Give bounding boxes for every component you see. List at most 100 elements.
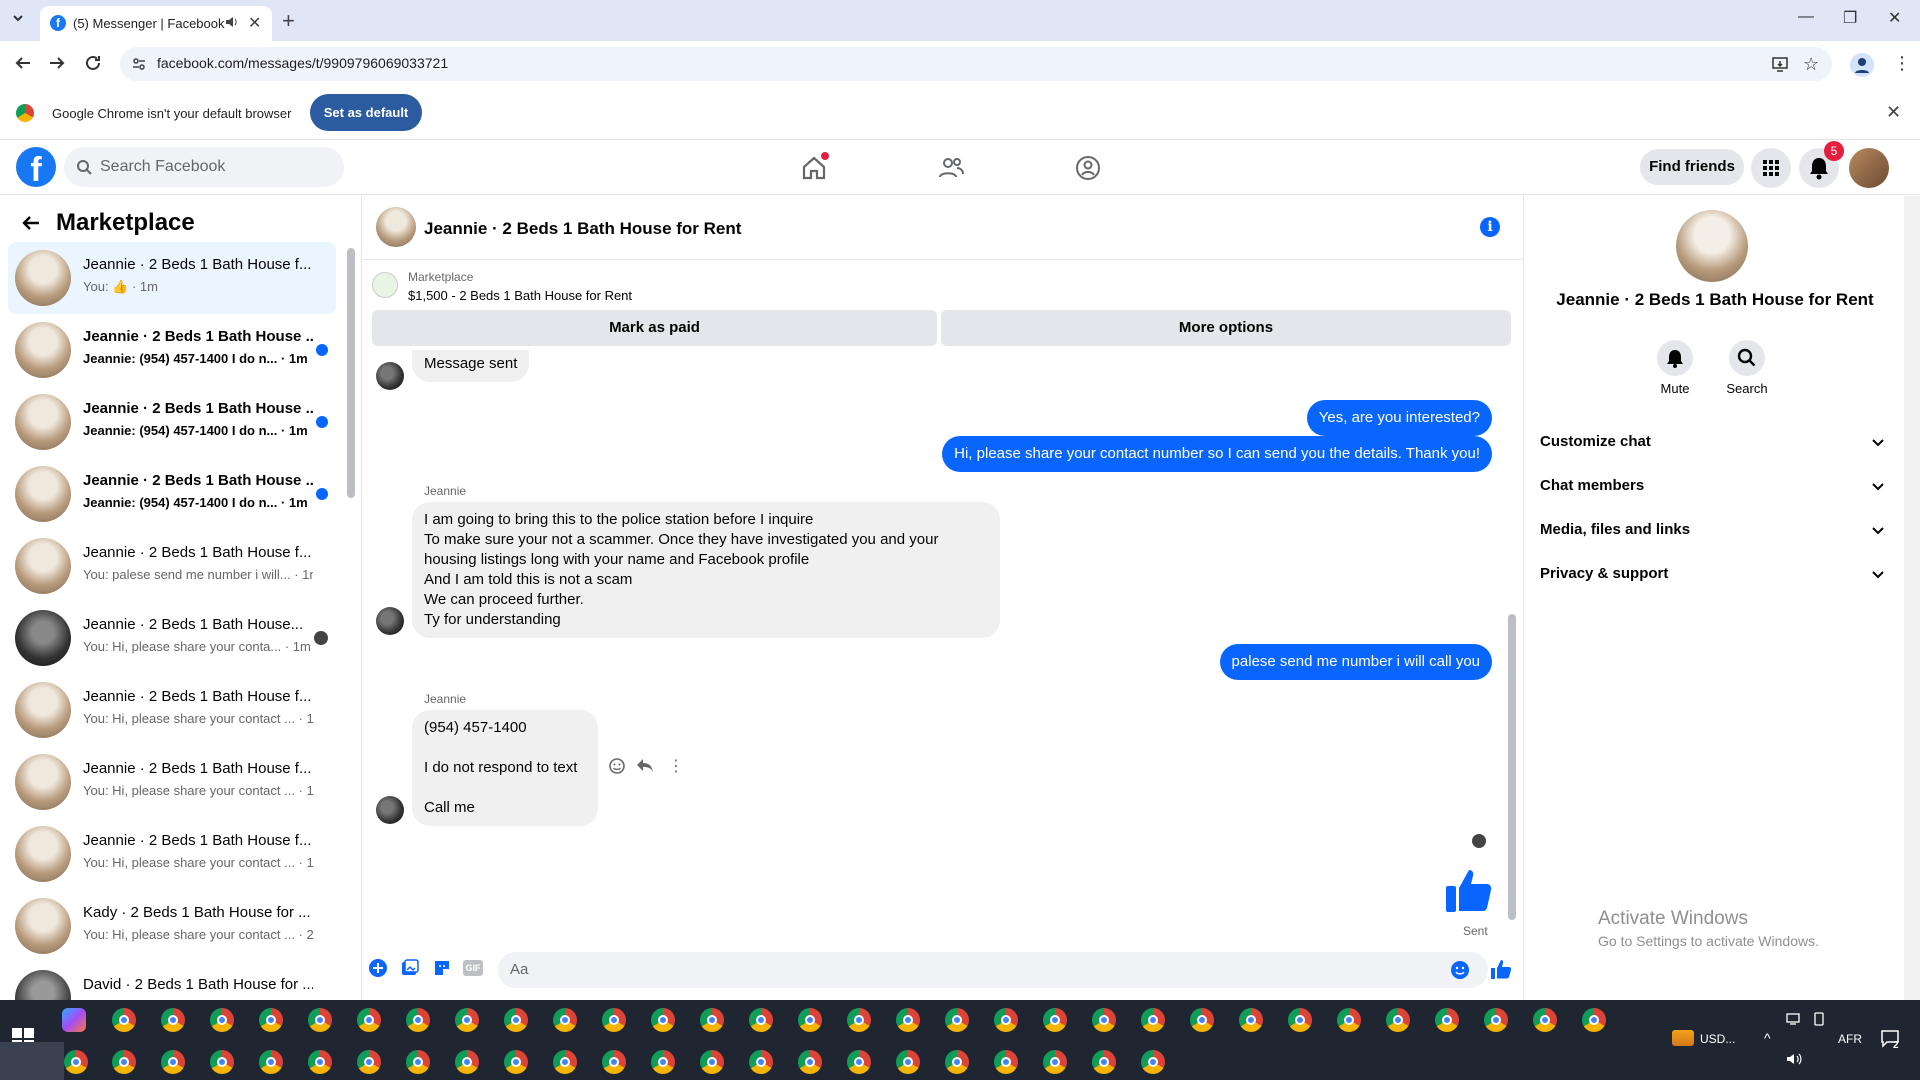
- home-icon[interactable]: [800, 152, 829, 182]
- incoming-message[interactable]: Message sent: [412, 350, 530, 382]
- search-conversation-icon[interactable]: [1729, 340, 1765, 376]
- attach-photo-icon[interactable]: [400, 958, 420, 978]
- chrome-taskbar-icon[interactable]: [651, 1008, 675, 1032]
- facebook-search-input[interactable]: Search Facebook: [64, 147, 344, 187]
- conversation-item[interactable]: Jeannie · 2 Beds 1 Bath House f... You: …: [8, 530, 336, 602]
- find-friends-button[interactable]: Find friends: [1640, 149, 1744, 185]
- more-options-button[interactable]: More options: [941, 310, 1511, 346]
- facebook-logo-icon[interactable]: f: [16, 147, 56, 187]
- back-arrow-icon[interactable]: [20, 212, 42, 234]
- conversation-item[interactable]: Jeannie · 2 Beds 1 Bath House f... You: …: [8, 818, 336, 890]
- chrome-taskbar-icon[interactable]: [1386, 1008, 1410, 1032]
- close-infobar-icon[interactable]: ✕: [1886, 102, 1901, 123]
- more-actions-icon[interactable]: ⋮: [668, 756, 684, 776]
- browser-tab[interactable]: f (5) Messenger | Facebook ✕: [40, 6, 272, 41]
- chrome-taskbar-icon[interactable]: [1239, 1008, 1263, 1032]
- chrome-taskbar-icon[interactable]: [553, 1008, 577, 1032]
- chrome-taskbar-icon[interactable]: [945, 1008, 969, 1032]
- conversation-item[interactable]: Jeannie · 2 Beds 1 Bath House f... You: …: [8, 674, 336, 746]
- chrome-taskbar-icon[interactable]: [602, 1008, 626, 1032]
- sender-avatar[interactable]: [376, 607, 404, 635]
- chrome-taskbar-icon[interactable]: [161, 1008, 185, 1032]
- audio-playing-icon[interactable]: [224, 15, 238, 29]
- privacy-support-section[interactable]: Privacy & support: [1540, 554, 1890, 594]
- conversation-info-icon[interactable]: i: [1480, 217, 1500, 237]
- sender-avatar[interactable]: [376, 796, 404, 824]
- conversation-item[interactable]: Jeannie · 2 Beds 1 Bath House f... You: …: [8, 746, 336, 818]
- conversation-item[interactable]: Jeannie · 2 Beds 1 Bath House... You: Hi…: [8, 602, 336, 674]
- conversation-item[interactable]: Jeannie · 2 Beds 1 Bath House ... Jeanni…: [8, 314, 336, 386]
- chrome-taskbar-icon[interactable]: [504, 1008, 528, 1032]
- friends-icon[interactable]: [937, 154, 965, 182]
- thumbs-up-sent-icon[interactable]: [1444, 864, 1496, 916]
- send-like-icon[interactable]: [1490, 958, 1512, 980]
- close-tab-icon[interactable]: ✕: [248, 13, 261, 33]
- customize-chat-section[interactable]: Customize chat: [1540, 422, 1890, 462]
- chrome-taskbar-icon[interactable]: [259, 1050, 283, 1074]
- chrome-taskbar-icon[interactable]: [357, 1008, 381, 1032]
- conversation-item[interactable]: Jeannie · 2 Beds 1 Bath House f... You: …: [8, 242, 336, 314]
- chrome-taskbar-icon[interactable]: [749, 1050, 773, 1074]
- back-icon[interactable]: [14, 54, 32, 72]
- show-hidden-icons-icon[interactable]: ^: [1764, 1030, 1771, 1046]
- chrome-taskbar-icon[interactable]: [308, 1050, 332, 1074]
- incoming-message[interactable]: I am going to bring this to the police s…: [412, 502, 1000, 638]
- chrome-taskbar-icon[interactable]: [994, 1008, 1018, 1032]
- install-app-icon[interactable]: [1771, 55, 1789, 73]
- chrome-taskbar-icon[interactable]: [455, 1008, 479, 1032]
- chrome-taskbar-icon[interactable]: [945, 1050, 969, 1074]
- tab-search-icon[interactable]: [10, 10, 26, 26]
- chrome-taskbar-icon[interactable]: [308, 1008, 332, 1032]
- currency-text[interactable]: USD...: [1700, 1032, 1735, 1046]
- minimize-window-button[interactable]: —: [1798, 8, 1814, 26]
- chrome-taskbar-icon[interactable]: [504, 1050, 528, 1074]
- chat-scrollbar[interactable]: [1508, 614, 1516, 920]
- chrome-taskbar-icon[interactable]: [406, 1050, 430, 1074]
- close-window-button[interactable]: ✕: [1888, 8, 1901, 28]
- new-tab-button[interactable]: +: [282, 8, 295, 34]
- chrome-taskbar-icon[interactable]: [1337, 1008, 1361, 1032]
- profile-icon[interactable]: [1850, 53, 1874, 77]
- chrome-taskbar-icon[interactable]: [406, 1008, 430, 1032]
- chrome-taskbar-icon[interactable]: [847, 1008, 871, 1032]
- chat-members-section[interactable]: Chat members: [1540, 466, 1890, 506]
- chrome-taskbar-icon[interactable]: [1092, 1050, 1116, 1074]
- chrome-taskbar-icon[interactable]: [602, 1050, 626, 1074]
- sender-avatar[interactable]: [376, 362, 404, 390]
- chrome-taskbar-icon[interactable]: [210, 1008, 234, 1032]
- menu-grid-icon[interactable]: [1751, 148, 1791, 188]
- restore-window-button[interactable]: ❐: [1843, 8, 1857, 28]
- chrome-taskbar-icon[interactable]: [553, 1050, 577, 1074]
- chrome-taskbar-icon[interactable]: [1092, 1008, 1116, 1032]
- reload-icon[interactable]: [84, 54, 102, 72]
- outgoing-message[interactable]: Hi, please share your contact number so …: [942, 436, 1492, 472]
- chrome-taskbar-icon[interactable]: [64, 1050, 88, 1074]
- chrome-taskbar-icon[interactable]: [1582, 1008, 1606, 1032]
- chrome-taskbar-icon[interactable]: [1141, 1050, 1165, 1074]
- forward-icon[interactable]: [48, 54, 66, 72]
- url-text[interactable]: facebook.com/messages/t/9909796069033721: [157, 55, 448, 71]
- set-as-default-button[interactable]: Set as default: [310, 94, 422, 131]
- chrome-taskbar-icon[interactable]: [1043, 1008, 1067, 1032]
- message-input[interactable]: Aa: [498, 952, 1488, 988]
- network-icon[interactable]: [1786, 1012, 1802, 1026]
- chrome-taskbar-icon[interactable]: [210, 1050, 234, 1074]
- contact-avatar[interactable]: [1676, 210, 1748, 282]
- mark-as-paid-button[interactable]: Mark as paid: [372, 310, 937, 346]
- outgoing-message[interactable]: palese send me number i will call you: [1219, 644, 1492, 680]
- listing-title[interactable]: $1,500 - 2 Beds 1 Bath House for Rent: [408, 288, 632, 303]
- chrome-taskbar-icon[interactable]: [112, 1008, 136, 1032]
- sticker-icon[interactable]: [432, 958, 452, 978]
- currency-widget-icon[interactable]: [1672, 1030, 1694, 1046]
- react-emoji-icon[interactable]: [608, 757, 626, 775]
- media-files-links-section[interactable]: Media, files and links: [1540, 510, 1890, 550]
- chrome-taskbar-icon[interactable]: [1435, 1008, 1459, 1032]
- chat-avatar[interactable]: [376, 207, 416, 247]
- incoming-message[interactable]: (954) 457-1400 I do not respond to text …: [412, 710, 598, 826]
- chrome-taskbar-icon[interactable]: [749, 1008, 773, 1032]
- chrome-menu-icon[interactable]: ⋮: [1893, 53, 1911, 74]
- chat-title[interactable]: Jeannie · 2 Beds 1 Bath House for Rent: [424, 219, 741, 239]
- chrome-taskbar-icon[interactable]: [1043, 1050, 1067, 1074]
- chrome-taskbar-icon[interactable]: [700, 1008, 724, 1032]
- chrome-taskbar-icon[interactable]: [798, 1050, 822, 1074]
